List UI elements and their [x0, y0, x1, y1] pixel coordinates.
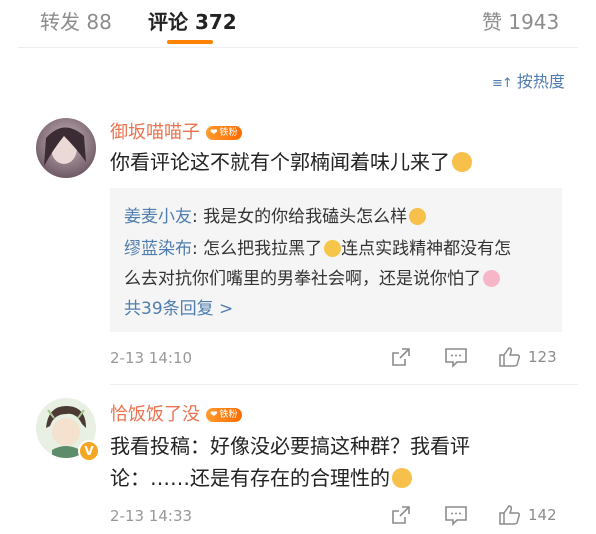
- fan-badge: ❤ 铁粉: [206, 408, 242, 422]
- tab-comments-label: 评论: [148, 10, 188, 34]
- comment-username[interactable]: 御坂喵喵子 ❤ 铁粉: [110, 118, 242, 144]
- replies-box[interactable]: 姜麦小友: 我是女的你给我磕头怎么样 缪蓝染布: 怎么把我拉黑了 连点实践精神都没…: [110, 188, 562, 332]
- like-count: 123: [528, 348, 557, 366]
- heart-icon: ❤: [210, 128, 218, 138]
- reply-username[interactable]: 缪蓝染布: [124, 239, 192, 259]
- comment-text-line: 我看投稿：好像没必要搞这种群？我看评: [110, 434, 470, 458]
- tab-reposts-label: 转发: [40, 10, 80, 34]
- reply-text: 怎么把我拉黑了: [203, 239, 323, 259]
- smile-emoji-icon: [324, 240, 342, 257]
- comment-icon: [445, 348, 467, 368]
- share-button[interactable]: [390, 504, 412, 526]
- verified-badge: V: [78, 440, 100, 462]
- like-button[interactable]: 123: [498, 346, 557, 368]
- reply-text: 么去对抗你们嘴里的男拳社会啊，还是说你怕了: [124, 269, 481, 289]
- sort-icon: ≡↑: [492, 76, 513, 91]
- heart-icon: ❤: [210, 410, 218, 420]
- pig-emoji-icon: [483, 270, 500, 287]
- comment-username[interactable]: 恰饭饭了没 ❤ 铁粉: [110, 400, 242, 426]
- comment-text-line: 论：……还是有存在的合理性的: [110, 462, 470, 494]
- tab-likes[interactable]: 赞 1943: [482, 6, 559, 35]
- avatar-image: [36, 118, 96, 178]
- fan-badge: ❤ 铁粉: [206, 126, 242, 140]
- comment-text-content: 你看评论这不就有个郭楠闻着味儿来了: [110, 150, 450, 174]
- tab-comments-count: 372: [194, 10, 237, 34]
- fan-badge-label: 铁粉: [219, 410, 238, 420]
- reply-item: 缪蓝染布: 怎么把我拉黑了 连点实践精神都没有怎: [124, 234, 511, 259]
- sort-button[interactable]: ≡↑ 按热度: [492, 68, 565, 92]
- doge-emoji-icon: [452, 152, 472, 172]
- comment-button[interactable]: [444, 504, 468, 526]
- like-count: 142: [528, 506, 557, 524]
- comment-text: 我看投稿：好像没必要搞这种群？我看评 论：……还是有存在的合理性的: [110, 430, 470, 494]
- comment-timestamp: 2-13 14:33: [110, 507, 193, 525]
- reply-text-continued: 连点实践精神都没有怎: [341, 239, 512, 259]
- tabs-divider: [18, 47, 578, 48]
- grin-emoji-icon: [392, 468, 412, 488]
- reply-text: 我是女的你给我磕头怎么样: [203, 207, 408, 227]
- tab-comments[interactable]: 评论 372: [148, 6, 237, 35]
- tab-reposts-count: 88: [86, 10, 112, 34]
- reply-colon: :: [192, 207, 204, 227]
- share-button[interactable]: [390, 346, 412, 368]
- comment-timestamp: 2-13 14:10: [110, 349, 193, 367]
- comment-divider: [110, 384, 578, 385]
- active-tab-indicator: [167, 40, 213, 44]
- tab-likes-count: 1943: [508, 10, 560, 34]
- thumbs-up-icon: [499, 347, 521, 367]
- reply-item-continued: 么去对抗你们嘴里的男拳社会啊，还是说你怕了: [124, 264, 500, 289]
- like-button[interactable]: 142: [498, 504, 557, 526]
- more-replies-link[interactable]: 共39条回复 >: [124, 294, 233, 319]
- reply-username[interactable]: 姜麦小友: [124, 207, 192, 227]
- username-link[interactable]: 恰饭饭了没: [110, 404, 200, 425]
- share-icon: [392, 348, 410, 366]
- comment-text: 你看评论这不就有个郭楠闻着味儿来了: [110, 146, 472, 178]
- reply-colon: :: [192, 239, 204, 259]
- comment-button[interactable]: [444, 346, 468, 368]
- thumbs-up-icon: [499, 505, 521, 525]
- avatar[interactable]: [36, 118, 96, 178]
- username-link[interactable]: 御坂喵喵子: [110, 122, 200, 143]
- reply-item: 姜麦小友: 我是女的你给我磕头怎么样: [124, 202, 427, 227]
- tab-likes-label: 赞: [482, 10, 502, 34]
- comment-text-content: 论：……还是有存在的合理性的: [110, 466, 390, 490]
- fan-badge-label: 铁粉: [219, 128, 238, 138]
- doge-emoji-icon: [409, 208, 427, 225]
- share-icon: [392, 506, 410, 524]
- tab-reposts[interactable]: 转发 88: [40, 6, 112, 35]
- sort-label: 按热度: [516, 72, 565, 91]
- comment-icon: [445, 506, 467, 526]
